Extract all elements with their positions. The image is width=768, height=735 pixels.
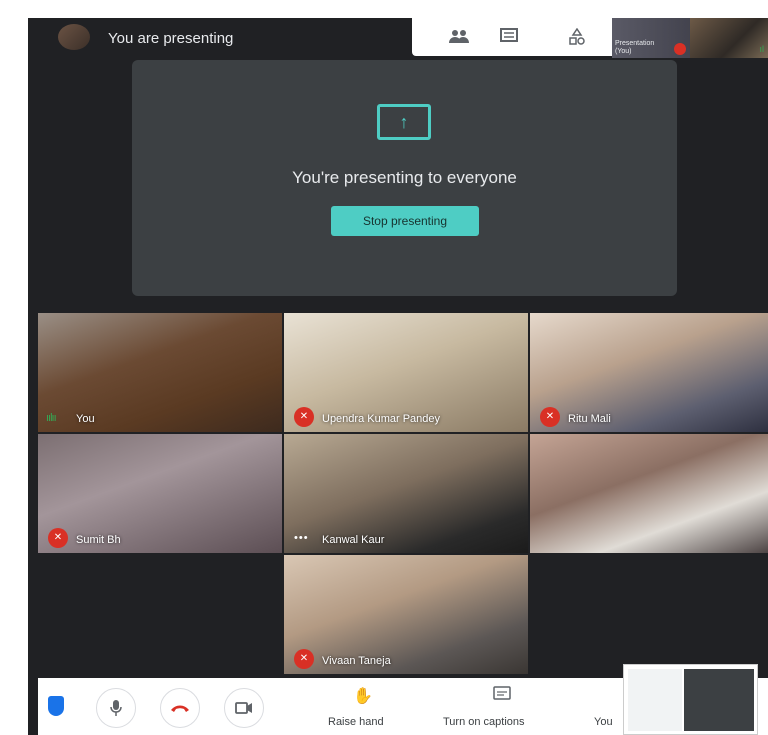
participant-name: Sumit Bh <box>76 534 121 546</box>
mic-off-icon <box>674 43 686 55</box>
you-label[interactable]: You <box>594 716 613 728</box>
raise-hand-label: Raise hand <box>328 716 384 728</box>
microphone-icon <box>110 699 122 716</box>
participant-name: Kanwal Kaur <box>322 534 385 546</box>
document-preview <box>628 669 682 731</box>
avatar <box>58 24 90 50</box>
shield-icon[interactable] <box>48 696 64 716</box>
hang-up-icon <box>170 699 190 716</box>
camera-mini-tile[interactable]: ıl <box>690 18 768 58</box>
mic-level-icon: ıılıı <box>46 412 57 424</box>
mic-off-icon: ✕ <box>294 407 314 427</box>
participant-tile-upendra[interactable]: ✕ Upendra Kumar Pandey <box>284 313 528 432</box>
top-toolbox <box>412 18 612 56</box>
participant-tile-you[interactable]: ıılıı You <box>38 313 282 432</box>
participant-tile-sumit[interactable]: ✕ Sumit Bh <box>38 434 282 553</box>
participant-name: Upendra Kumar Pandey <box>322 413 441 425</box>
people-icon[interactable] <box>448 28 470 46</box>
participant-tile-kanwal[interactable]: ••• Kanwal Kaur <box>284 434 528 553</box>
self-view-thumbnail[interactable] <box>623 664 758 735</box>
meeting-preview <box>684 669 754 731</box>
mic-level-icon: ıl <box>759 44 765 54</box>
mini-tile-subtitle: (You) <box>615 48 632 55</box>
presenting-message: You're presenting to everyone <box>292 168 517 187</box>
participant-name: You <box>76 413 95 425</box>
microphone-button[interactable] <box>96 688 136 728</box>
top-bar: You are presenting Presentation (You) ıl <box>28 18 768 60</box>
participant-name: Ritu Mali <box>568 413 611 425</box>
camera-icon <box>235 699 253 716</box>
leave-call-button[interactable] <box>160 688 200 728</box>
mic-off-icon: ✕ <box>294 649 314 669</box>
presentation-panel: ↑ You're presenting to everyone Stop pre… <box>132 60 677 296</box>
more-options-icon[interactable]: ••• <box>294 532 309 544</box>
chat-icon[interactable] <box>498 28 520 46</box>
captions-icon <box>493 686 511 705</box>
presentation-mini-tile[interactable]: Presentation (You) <box>612 18 690 58</box>
participant-tile-ritu[interactable]: ✕ Ritu Mali <box>530 313 768 432</box>
mic-off-icon: ✕ <box>48 528 68 548</box>
mic-off-icon: ✕ <box>540 407 560 427</box>
hand-icon: ✋ <box>353 688 373 705</box>
presenting-status: You are presenting <box>108 30 234 47</box>
camera-button[interactable] <box>224 688 264 728</box>
stop-presenting-button[interactable]: Stop presenting <box>331 206 479 236</box>
participant-tile-vivaan[interactable]: ✕ Vivaan Taneja <box>284 555 528 674</box>
present-screen-icon: ↑ <box>377 104 431 140</box>
mini-tile-title: Presentation <box>615 40 655 47</box>
participant-name: Vivaan Taneja <box>322 655 391 667</box>
meeting-screen: You are presenting Presentation (You) ıl <box>28 18 768 735</box>
participant-tile-keyboard[interactable] <box>530 434 768 553</box>
captions-label: Turn on captions <box>443 716 525 728</box>
activities-icon[interactable] <box>566 27 588 46</box>
